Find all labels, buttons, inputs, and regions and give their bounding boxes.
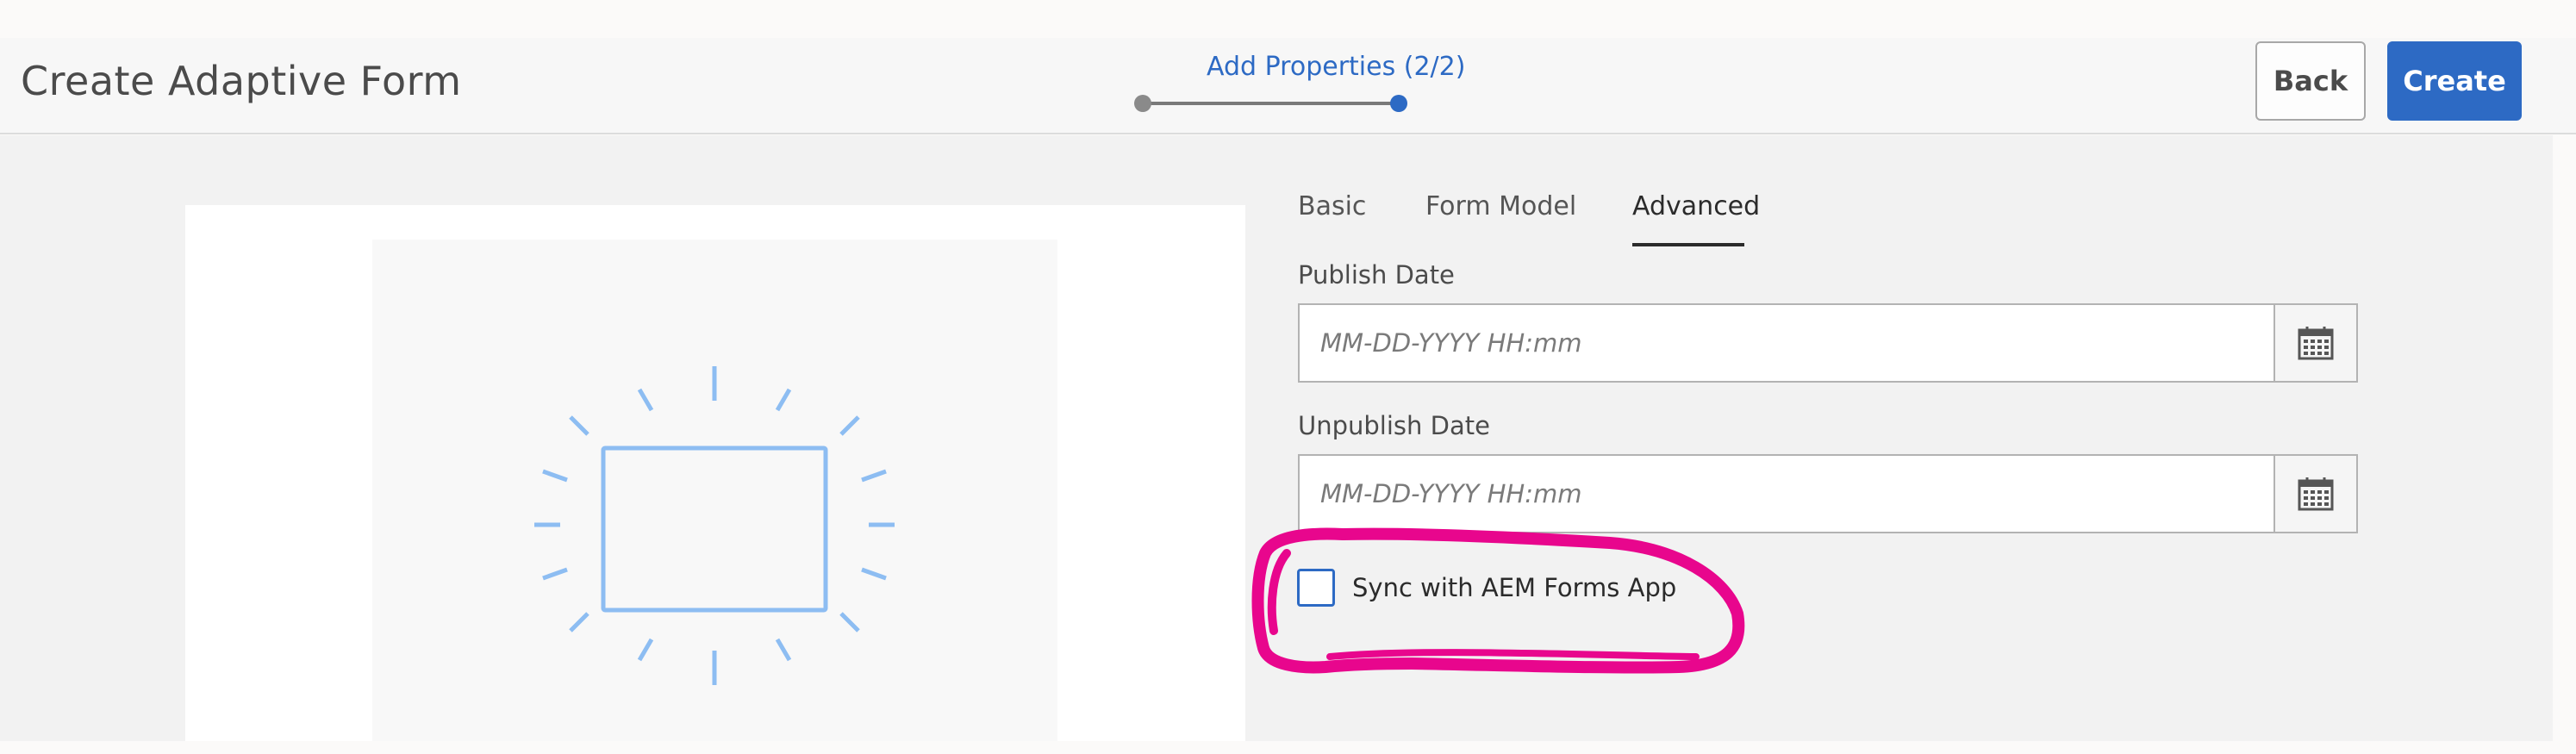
unpublish-date-label: Unpublish Date — [1298, 411, 1490, 440]
form-template-preview-icon — [534, 366, 895, 685]
publish-date-label: Publish Date — [1298, 260, 1455, 290]
tab-form-model[interactable]: Form Model — [1425, 191, 1576, 221]
back-button[interactable]: Back — [2255, 41, 2366, 121]
highlight-annotation-scribble — [1251, 527, 1745, 674]
publish-date-calendar-button[interactable] — [2273, 305, 2356, 381]
unpublish-date-calendar-button[interactable] — [2273, 456, 2356, 532]
calendar-icon — [2298, 477, 2334, 511]
wizard-step-2-dot — [1390, 95, 1407, 112]
wizard-step-1-dot[interactable] — [1134, 95, 1151, 112]
unpublish-date-input[interactable] — [1300, 456, 2275, 532]
wizard-step-label: Add Properties (2/2) — [1207, 52, 1466, 82]
unpublish-date-field — [1298, 454, 2358, 533]
tab-basic[interactable]: Basic — [1298, 191, 1366, 221]
wizard-step-track — [1142, 102, 1400, 105]
publish-date-input[interactable] — [1300, 305, 2275, 381]
tab-advanced[interactable]: Advanced — [1632, 191, 1760, 221]
create-button[interactable]: Create — [2387, 41, 2522, 121]
calendar-icon — [2298, 327, 2334, 360]
page-title: Create Adaptive Form — [21, 58, 462, 104]
publish-date-field — [1298, 303, 2358, 383]
active-tab-indicator — [1632, 243, 1744, 246]
